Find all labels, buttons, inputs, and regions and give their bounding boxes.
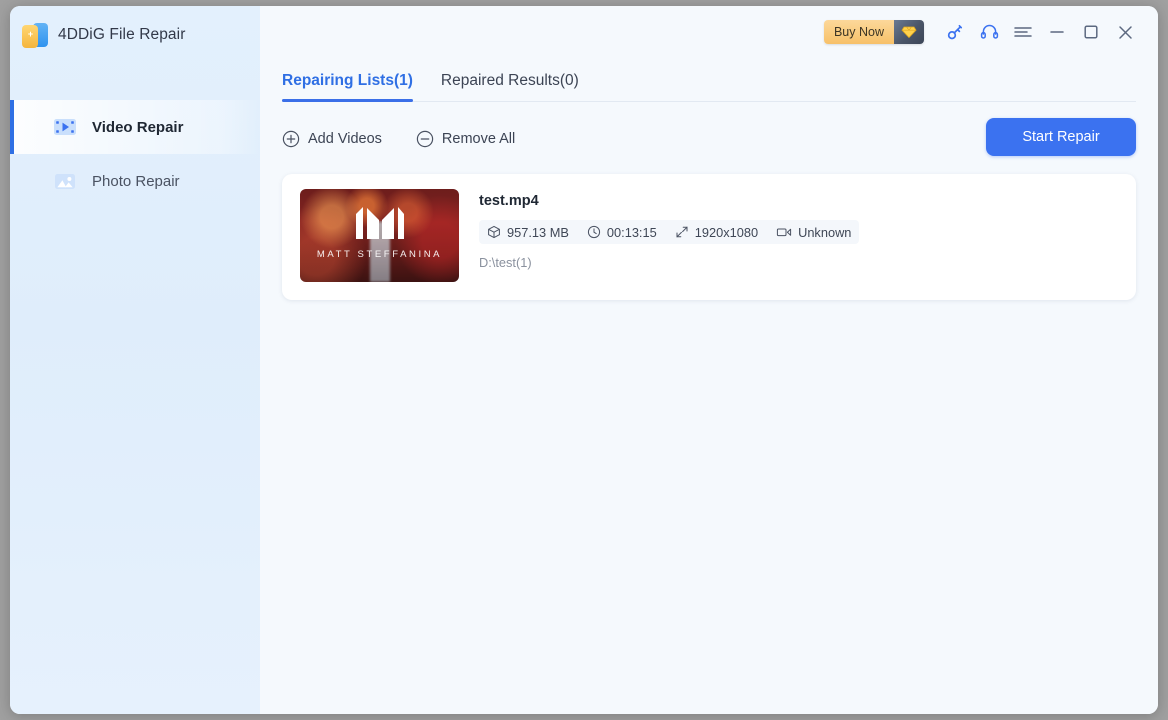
file-metadata-row: 957.13 MB 00:13:15 1920x1080 Unknown <box>479 220 860 244</box>
sidebar-item-label: Video Repair <box>92 118 184 136</box>
action-toolbar: Add Videos Remove All Start Repair <box>282 118 1136 160</box>
buy-now-label: Buy Now <box>823 20 894 44</box>
maximize-icon[interactable] <box>1074 15 1108 49</box>
photo-image-icon <box>52 168 78 194</box>
desktop-background: + 4DDiG File Repair Video Repair Photo R… <box>0 0 1168 720</box>
plus-circle-icon <box>282 130 300 148</box>
sidebar-item-photo-repair[interactable]: Photo Repair <box>10 154 260 208</box>
clock-icon <box>587 225 601 239</box>
close-icon[interactable] <box>1108 15 1142 49</box>
4ddig-logo-icon: + <box>22 21 48 49</box>
minus-circle-icon <box>416 130 434 148</box>
main-panel: Buy Now Repairing Lists(1) Repaired Resu… <box>260 6 1158 714</box>
sidebar-nav: Video Repair Photo Repair <box>10 100 260 208</box>
file-size: 957.13 MB <box>487 225 569 240</box>
hamburger-menu-icon[interactable] <box>1006 15 1040 49</box>
tab-repairing-lists[interactable]: Repairing Lists(1) <box>282 72 413 102</box>
file-codec-value: Unknown <box>798 224 852 240</box>
resize-arrows-icon <box>675 225 689 239</box>
add-videos-label: Add Videos <box>308 131 382 147</box>
file-codec: Unknown <box>776 225 851 240</box>
diamond-gem-icon <box>894 20 924 44</box>
video-film-play-icon <box>52 114 78 140</box>
file-duration: 00:13:15 <box>587 225 657 240</box>
file-size-value: 957.13 MB <box>507 224 569 240</box>
sidebar-item-label: Photo Repair <box>92 172 180 190</box>
app-title: 4DDiG File Repair <box>58 26 186 43</box>
buy-now-button[interactable]: Buy Now <box>823 20 924 44</box>
tab-repaired-results[interactable]: Repaired Results(0) <box>441 72 579 101</box>
app-window: + 4DDiG File Repair Video Repair Photo R… <box>10 6 1158 714</box>
thumbnail-logo-icon <box>354 205 406 241</box>
thumbnail-caption: MATT STEFFANINA <box>316 249 443 260</box>
add-videos-button[interactable]: Add Videos <box>282 130 382 148</box>
headset-icon[interactable] <box>972 15 1006 49</box>
tab-bar: Repairing Lists(1) Repaired Results(0) <box>282 58 1136 102</box>
remove-all-button[interactable]: Remove All <box>416 130 515 148</box>
file-resolution: 1920x1080 <box>675 225 758 240</box>
video-camera-icon <box>776 225 792 239</box>
app-brand: + 4DDiG File Repair <box>10 6 260 64</box>
key-icon[interactable] <box>938 15 972 49</box>
video-thumbnail: MATT STEFFANINA <box>300 189 459 282</box>
file-name: test.mp4 <box>479 193 539 209</box>
remove-all-label: Remove All <box>441 131 516 147</box>
file-list-item[interactable]: MATT STEFFANINA test.mp4 957.13 MB 00:13… <box>282 174 1136 300</box>
minimize-icon[interactable] <box>1040 15 1074 49</box>
file-resolution-value: 1920x1080 <box>694 224 759 240</box>
start-repair-button[interactable]: Start Repair <box>986 118 1136 156</box>
file-path: D:\test(1) <box>479 255 532 270</box>
file-details: test.mp4 957.13 MB 00:13:15 1920x1080 Un… <box>479 189 1118 270</box>
sidebar: + 4DDiG File Repair Video Repair Photo R… <box>10 6 260 714</box>
sidebar-item-video-repair[interactable]: Video Repair <box>10 100 260 154</box>
window-titlebar: Buy Now <box>823 6 1158 58</box>
cube-icon <box>487 225 501 239</box>
file-duration-value: 00:13:15 <box>606 224 657 240</box>
